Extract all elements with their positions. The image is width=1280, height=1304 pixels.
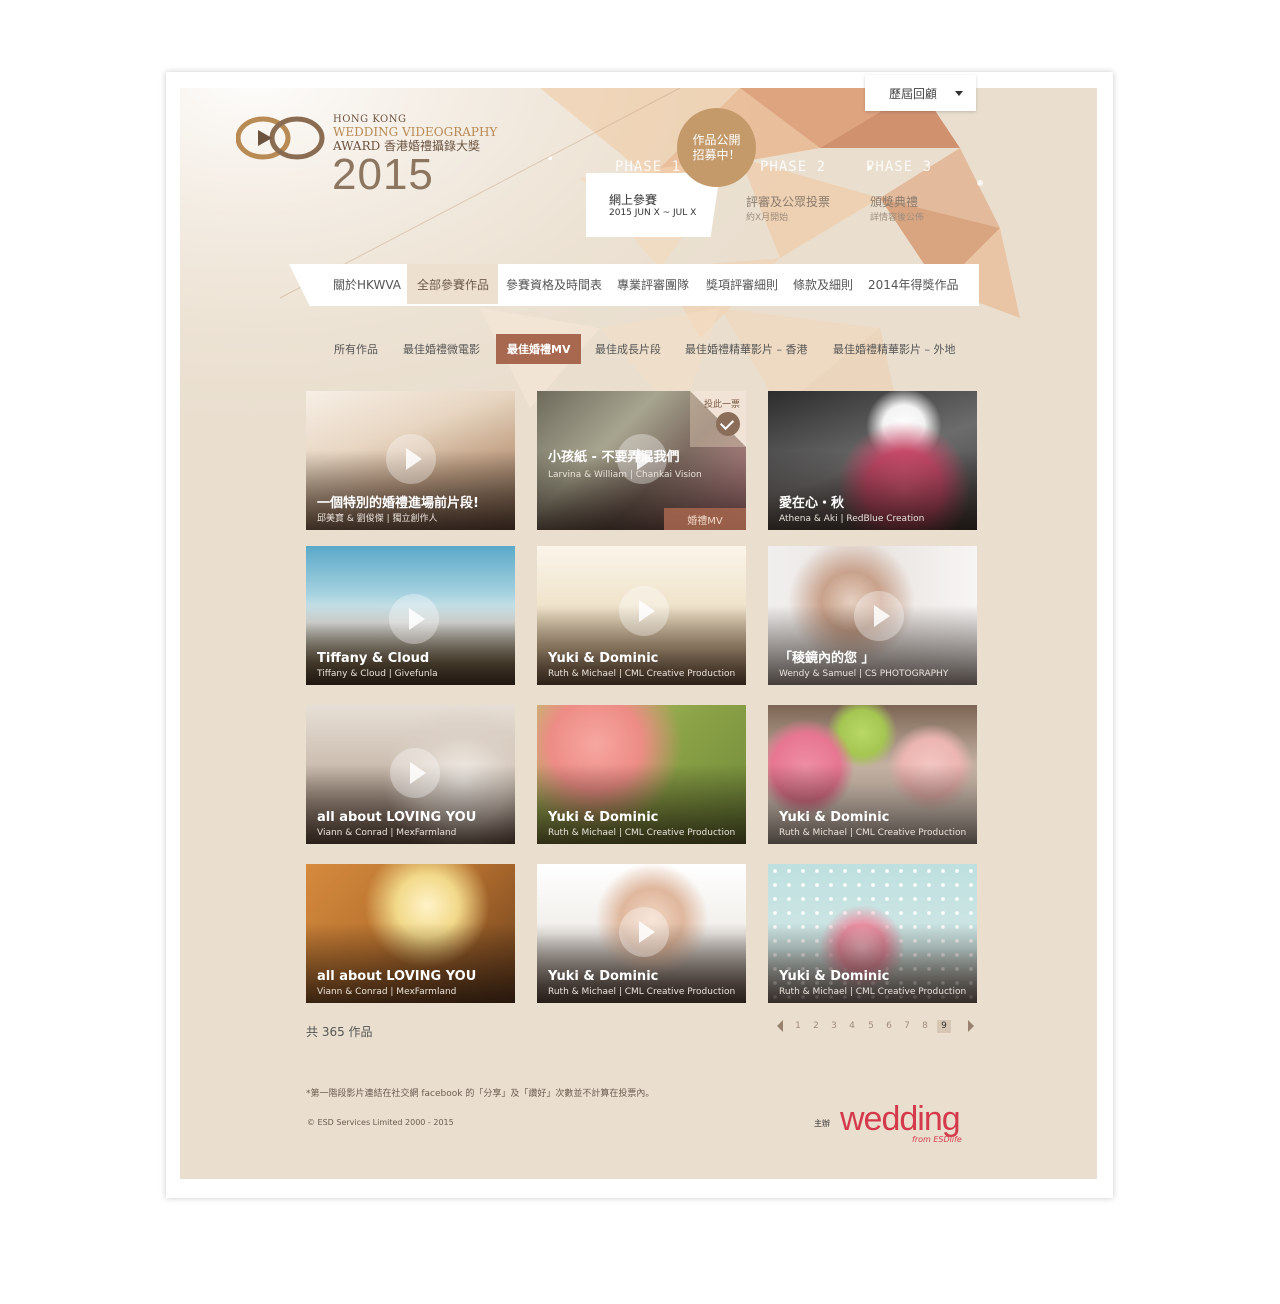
copyright: © ESD Services Limited 2000 - 2015: [307, 1118, 454, 1127]
page-link[interactable]: 2: [809, 1020, 823, 1033]
video-card[interactable]: Tiffany & Cloud Tiffany & Cloud | Givefu…: [306, 546, 515, 685]
wedding-brand-logo[interactable]: wedding: [840, 1100, 961, 1139]
phase-3-date: 詳情容後公佈: [870, 213, 925, 223]
card-title: all about LOVING YOU: [317, 969, 477, 984]
brand-from-label: from ESDlife: [912, 1135, 962, 1144]
video-card[interactable]: 愛在心・秋 Athena & Aki | RedBlue Creation: [768, 391, 977, 530]
vote-check-icon[interactable]: [716, 412, 740, 436]
phase-3-label: PHASE 3: [866, 159, 933, 175]
phase-3-title: 頒獎典禮: [870, 195, 919, 209]
play-icon[interactable]: [854, 591, 904, 641]
card-title: 小孩紙 - 不要弄混我們: [548, 450, 680, 465]
play-icon[interactable]: [386, 434, 436, 484]
card-subtitle: Ruth & Michael | CML Creative Production: [779, 987, 967, 997]
card-subtitle: Ruth & Michael | CML Creative Production: [779, 828, 967, 838]
history-dropdown-label: 歷屆回顧: [889, 86, 938, 101]
play-icon[interactable]: [390, 748, 440, 798]
card-subtitle: 邱美寶 & 劉俊傑 | 獨立創作人: [317, 514, 438, 524]
logo-line-1: HONG KONG: [333, 114, 407, 125]
video-card[interactable]: all about LOVING YOU Viann & Conrad | Me…: [306, 705, 515, 844]
card-subtitle: Ruth & Michael | CML Creative Production: [548, 987, 736, 997]
category-tag: 婚禮MV: [664, 508, 746, 530]
video-card[interactable]: Yuki & Dominic Ruth & Michael | CML Crea…: [768, 705, 977, 844]
phase-1-title: 網上參賽: [609, 193, 658, 207]
nav-2014-winners[interactable]: 2014年得獎作品: [858, 264, 969, 304]
filter-highlight-hk[interactable]: 最佳婚禮精華影片 – 香港: [674, 334, 819, 364]
card-title: 愛在心・秋: [779, 496, 845, 511]
card-subtitle: Tiffany & Cloud | Givefunla: [317, 669, 438, 679]
badge-line-2: 招募中！: [692, 147, 741, 162]
filter-all[interactable]: 所有作品: [323, 334, 389, 364]
page-link[interactable]: 7: [900, 1020, 914, 1033]
badge-line-1: 作品公開: [692, 132, 741, 147]
play-icon[interactable]: [389, 594, 439, 644]
rings-logo-icon: [236, 116, 325, 160]
prev-page-icon[interactable]: [777, 1020, 783, 1032]
card-title: Yuki & Dominic: [548, 651, 659, 666]
filter-highlight-overseas[interactable]: 最佳婚禮精華影片 – 外地: [822, 334, 967, 364]
card-title: Yuki & Dominic: [779, 969, 890, 984]
card-title: Yuki & Dominic: [548, 969, 659, 984]
video-card[interactable]: all about LOVING YOU Viann & Conrad | Me…: [306, 864, 515, 1003]
caret-down-icon: [955, 91, 963, 96]
filter-wedding-mv[interactable]: 最佳婚禮MV: [496, 334, 581, 364]
video-card[interactable]: 投此一票 小孩紙 - 不要弄混我們 Larvina & William | Ch…: [537, 391, 746, 530]
card-title: 一個特別的婚禮進場前片段!: [317, 496, 479, 511]
nav-all-entries[interactable]: 全部參賽作品: [407, 264, 498, 304]
page-link[interactable]: 5: [864, 1020, 878, 1033]
card-subtitle: Larvina & William | Chankai Vision: [548, 470, 702, 480]
page-link[interactable]: 3: [827, 1020, 841, 1033]
page-link[interactable]: 1: [791, 1020, 805, 1033]
phase-2-date: 約X月開始: [746, 213, 789, 223]
next-page-icon[interactable]: [968, 1020, 974, 1032]
card-subtitle: Wendy & Samuel | CS PHOTOGRAPHY: [779, 669, 949, 679]
video-card[interactable]: Yuki & Dominic Ruth & Michael | CML Crea…: [537, 546, 746, 685]
nav-terms[interactable]: 條款及細則: [783, 264, 863, 304]
page-link[interactable]: 8: [918, 1020, 932, 1033]
card-title: 「稜鏡內的您 」: [779, 651, 875, 666]
card-subtitle: Viann & Conrad | MexFarmland: [317, 828, 457, 838]
total-entries: 共 365 作品: [306, 1025, 373, 1039]
video-card[interactable]: 「稜鏡內的您 」 Wendy & Samuel | CS PHOTOGRAPHY: [768, 546, 977, 685]
video-card[interactable]: 一個特別的婚禮進場前片段! 邱美寶 & 劉俊傑 | 獨立創作人: [306, 391, 515, 530]
host-label: 主辦: [814, 1119, 830, 1128]
phase-1-label: PHASE 1: [615, 159, 682, 175]
page-link[interactable]: 6: [882, 1020, 896, 1033]
video-card[interactable]: Yuki & Dominic Ruth & Michael | CML Crea…: [537, 705, 746, 844]
play-icon[interactable]: [619, 586, 669, 636]
logo-year: 2015: [332, 150, 434, 199]
card-subtitle: Athena & Aki | RedBlue Creation: [779, 514, 925, 524]
page-link[interactable]: 4: [845, 1020, 859, 1033]
card-subtitle: Ruth & Michael | CML Creative Production: [548, 828, 736, 838]
hkwva-logo[interactable]: HONG KONG WEDDING VIDEOGRAPHY AWARD 香港婚禮…: [236, 114, 516, 204]
video-card[interactable]: Yuki & Dominic Ruth & Michael | CML Crea…: [537, 864, 746, 1003]
filter-micro-film[interactable]: 最佳婚禮微電影: [392, 334, 491, 364]
card-title: Yuki & Dominic: [779, 810, 890, 825]
card-title: Yuki & Dominic: [548, 810, 659, 825]
video-card[interactable]: Yuki & Dominic Ruth & Michael | CML Crea…: [768, 864, 977, 1003]
history-dropdown[interactable]: 歷屆回顧: [865, 75, 976, 111]
vote-label[interactable]: 投此一票: [704, 397, 740, 410]
phase-2-title: 評審及公眾投票: [746, 195, 831, 209]
phase-2-label: PHASE 2: [760, 159, 827, 175]
card-title: Tiffany & Cloud: [317, 651, 430, 666]
card-subtitle: Viann & Conrad | MexFarmland: [317, 987, 457, 997]
nav-about[interactable]: 關於HKWVA: [323, 264, 411, 304]
page-link-current[interactable]: 9: [937, 1020, 951, 1033]
card-title: all about LOVING YOU: [317, 810, 477, 825]
footnote: *第一階段影片連結在社交網 facebook 的「分享」及「讚好」次數並不計算在…: [306, 1089, 655, 1099]
play-icon[interactable]: [619, 907, 669, 957]
nav-eligibility[interactable]: 參賽資格及時間表: [496, 264, 612, 304]
nav-judging-rules[interactable]: 獎項評審細則: [696, 264, 788, 304]
phase-1-date: 2015 JUN X ~ JUL X: [609, 208, 697, 218]
card-subtitle: Ruth & Michael | CML Creative Production: [548, 669, 736, 679]
filter-growth[interactable]: 最佳成長片段: [584, 334, 672, 364]
recruiting-badge[interactable]: 作品公開 招募中！: [677, 108, 756, 187]
nav-judges[interactable]: 專業評審團隊: [607, 264, 699, 304]
